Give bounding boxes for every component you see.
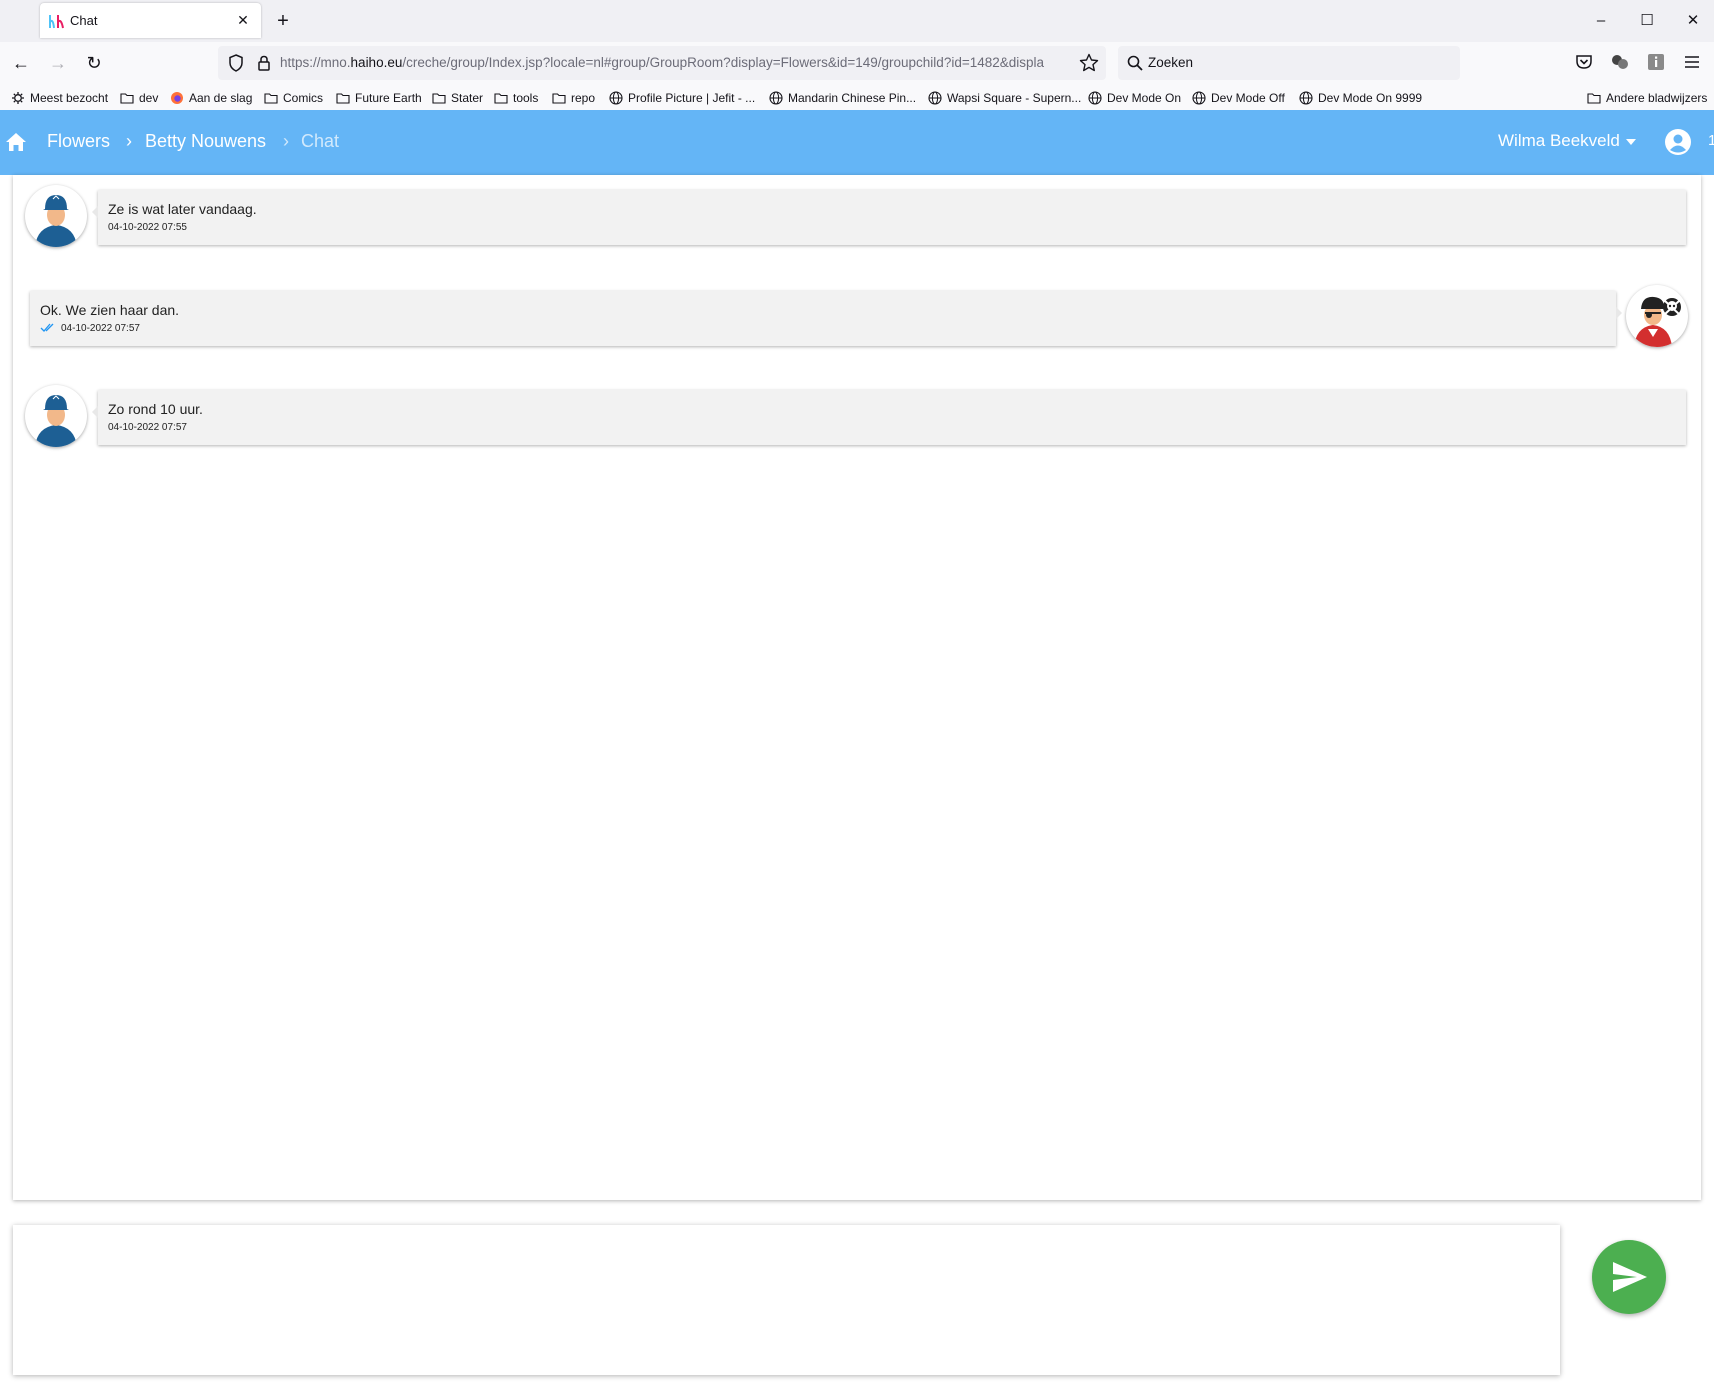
menu-icon[interactable] [1680, 50, 1704, 74]
caregiver-avatar-icon [35, 195, 77, 247]
folder-icon [552, 93, 566, 104]
browser-window: Chat ✕ + – ☐ ✕ ← → ↻ https://mno.haiho.e… [0, 0, 1714, 1395]
globe-icon [1192, 91, 1206, 105]
user-name: Wilma Beekveld [1498, 131, 1620, 150]
globe-icon [1299, 91, 1313, 105]
caregiver-avatar [25, 185, 87, 247]
folder-icon [432, 93, 446, 104]
tab-strip: Chat ✕ + – ☐ ✕ [0, 0, 1714, 42]
notification-count: 1 [1708, 132, 1714, 149]
double-check-icon [40, 323, 54, 332]
lock-icon[interactable] [254, 53, 274, 73]
home-icon[interactable] [5, 131, 27, 153]
message-bubble: Ze is wat later vandaag. 04-10-2022 07:5… [92, 190, 1686, 245]
reload-icon[interactable]: ↻ [80, 50, 108, 76]
bookmark-folder[interactable]: Future Earth [336, 89, 422, 107]
bookmark-item[interactable]: Dev Mode On [1088, 89, 1181, 107]
message-bubble: Zo rond 10 uur. 04-10-2022 07:57 [92, 390, 1686, 445]
globe-icon [609, 91, 623, 105]
search-input[interactable]: Zoeken [1148, 55, 1193, 70]
search-icon [1127, 55, 1143, 71]
gear-icon [12, 92, 24, 104]
new-tab-icon[interactable]: + [270, 8, 296, 34]
pocket-icon[interactable] [1572, 50, 1596, 74]
firefox-icon [171, 92, 183, 104]
haiho-favicon-icon [49, 15, 64, 29]
extension-icon[interactable] [1608, 50, 1632, 74]
message-text: Zo rond 10 uur. [108, 401, 203, 417]
bookmark-other-folder[interactable]: Andere bladwijzers [1587, 89, 1707, 107]
bookmarks-bar: Meest bezocht dev Aan de slag Comics Fut… [0, 84, 1714, 110]
bookmark-item[interactable]: Wapsi Square - Supern... [928, 89, 1081, 107]
message-incoming: Ze is wat later vandaag. 04-10-2022 07:5… [13, 175, 1701, 247]
bookmark-folder[interactable]: tools [494, 89, 538, 107]
folder-icon [1587, 93, 1601, 104]
user-menu-button[interactable]: Wilma Beekveld [1498, 131, 1636, 151]
chat-panel[interactable]: Ze is wat later vandaag. 04-10-2022 07:5… [13, 175, 1701, 1200]
message-outgoing: Ok. We zien haar dan. 04-10-2022 07:57 [13, 275, 1701, 347]
globe-icon [928, 91, 942, 105]
message-bubble: Ok. We zien haar dan. 04-10-2022 07:57 [30, 291, 1622, 346]
message-text: Ze is wat later vandaag. [108, 201, 257, 217]
globe-icon [769, 91, 783, 105]
message-text: Ok. We zien haar dan. [40, 302, 180, 318]
nav-toolbar: ← → ↻ https://mno.haiho.eu/creche/group/… [0, 42, 1714, 84]
bubble-tail [92, 206, 98, 218]
tab-close-icon[interactable]: ✕ [233, 10, 253, 30]
search-bar[interactable]: Zoeken [1118, 46, 1460, 80]
bookmark-item[interactable]: Aan de slag [170, 89, 252, 107]
breadcrumb-child[interactable]: Betty Nouwens [145, 131, 266, 152]
url-text[interactable]: https://mno.haiho.eu/creche/group/Index.… [280, 55, 1070, 70]
message-input[interactable] [13, 1225, 1560, 1375]
caregiver-avatar-icon [35, 395, 77, 447]
folder-icon [494, 93, 508, 104]
globe-icon [1088, 91, 1102, 105]
folder-icon [336, 93, 350, 104]
tab-title: Chat [70, 13, 98, 28]
bubble-tail [92, 406, 98, 418]
pirate-avatar [1626, 285, 1688, 347]
breadcrumb-flowers[interactable]: Flowers [47, 131, 110, 152]
breadcrumb-current: Chat [301, 131, 340, 151]
message-timestamp: 04-10-2022 07:57 [108, 422, 187, 433]
bookmark-item[interactable]: Dev Mode On 9999 [1299, 89, 1422, 107]
app-header: Flowers › Betty Nouwens › Chat Wilma Bee… [0, 110, 1714, 175]
shield-icon[interactable] [226, 53, 246, 73]
bookmark-star-icon[interactable] [1078, 52, 1100, 74]
chevron-right-icon: › [126, 131, 132, 151]
account-circle-icon[interactable] [1664, 128, 1692, 156]
tab-chat[interactable]: Chat ✕ [40, 3, 261, 38]
back-icon[interactable]: ← [7, 50, 35, 76]
caregiver-avatar [25, 385, 87, 447]
chevron-right-icon: › [283, 131, 289, 151]
bookmark-folder[interactable]: repo [552, 89, 595, 107]
bookmark-folder[interactable]: Comics [264, 89, 323, 107]
info-extension-icon[interactable] [1644, 50, 1668, 74]
bubble-tail [1616, 307, 1622, 319]
bookmark-item[interactable]: Profile Picture | Jefit - ... [609, 89, 755, 107]
maximize-icon[interactable]: ☐ [1634, 8, 1660, 34]
forward-icon[interactable]: → [44, 50, 72, 76]
pirate-avatar-icon [1634, 296, 1681, 347]
bookmark-folder[interactable]: dev [120, 89, 158, 107]
message-timestamp: 04-10-2022 07:57 [61, 323, 140, 334]
caret-down-icon [1625, 138, 1636, 145]
close-window-icon[interactable]: ✕ [1680, 8, 1706, 34]
bookmark-folder[interactable]: Stater [432, 89, 483, 107]
url-bar[interactable]: https://mno.haiho.eu/creche/group/Index.… [218, 46, 1106, 80]
folder-icon [264, 93, 278, 104]
bookmark-item[interactable]: Meest bezocht [11, 89, 108, 107]
folder-icon [120, 93, 134, 104]
bookmark-item[interactable]: Mandarin Chinese Pin... [769, 89, 916, 107]
bookmark-item[interactable]: Dev Mode Off [1192, 89, 1285, 107]
minimize-icon[interactable]: – [1588, 8, 1614, 34]
message-incoming: Zo rond 10 uur. 04-10-2022 07:57 [13, 375, 1701, 447]
message-timestamp: 04-10-2022 07:55 [108, 222, 187, 233]
send-icon [1613, 1262, 1647, 1292]
send-button[interactable] [1592, 1240, 1666, 1314]
